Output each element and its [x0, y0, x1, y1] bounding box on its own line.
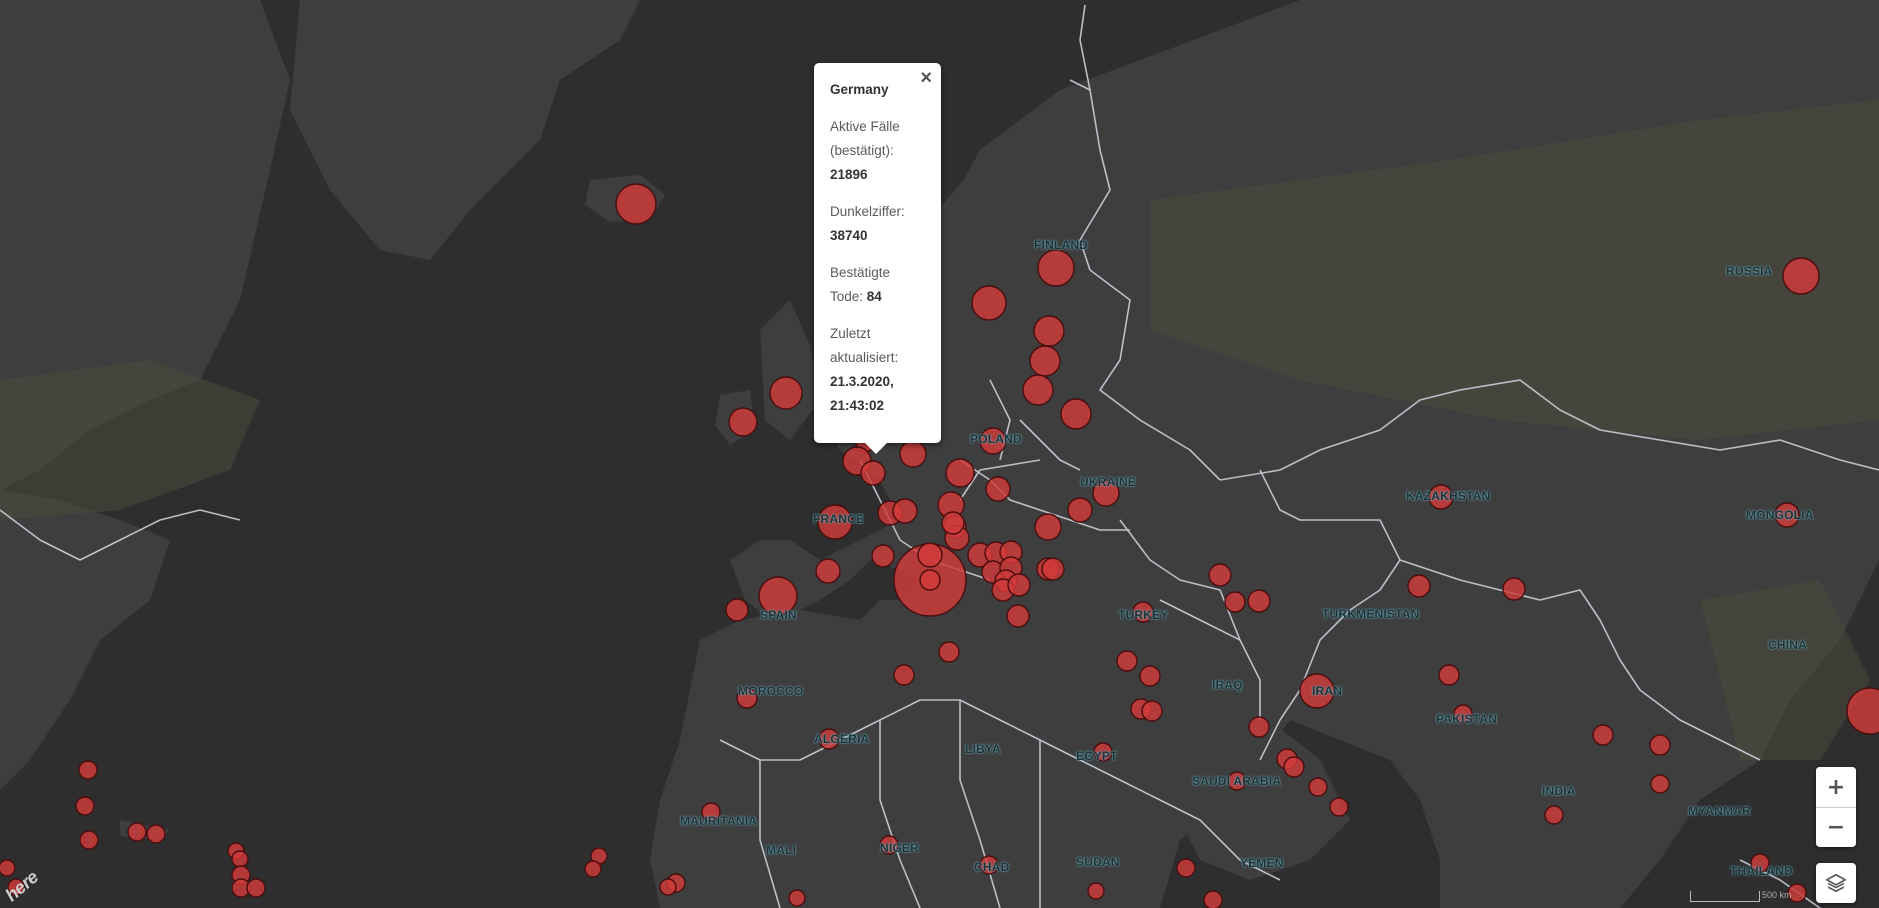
case-marker[interactable]	[1067, 497, 1093, 523]
case-marker[interactable]	[919, 569, 941, 591]
dark-figure-label: Dunkelziffer:	[830, 204, 905, 219]
case-marker[interactable]	[75, 796, 95, 816]
case-marker[interactable]	[1006, 604, 1030, 628]
case-marker[interactable]	[1007, 573, 1031, 597]
case-marker[interactable]	[1087, 882, 1105, 900]
case-marker[interactable]	[1224, 591, 1246, 613]
case-marker[interactable]	[1248, 716, 1270, 738]
case-marker[interactable]	[1060, 398, 1092, 430]
case-marker[interactable]	[860, 460, 886, 486]
case-marker[interactable]	[659, 878, 677, 896]
zoom-control: + −	[1816, 767, 1856, 847]
case-marker[interactable]	[246, 878, 266, 898]
case-marker[interactable]	[0, 859, 16, 877]
case-marker[interactable]	[879, 835, 899, 855]
case-marker[interactable]	[701, 802, 721, 822]
case-marker[interactable]	[146, 824, 166, 844]
case-marker[interactable]	[1247, 589, 1271, 613]
case-marker[interactable]	[1034, 513, 1062, 541]
dark-figure-value: 38740	[830, 228, 868, 243]
case-marker[interactable]	[1208, 563, 1232, 587]
case-marker[interactable]	[985, 476, 1011, 502]
active-cases-value: 21896	[830, 167, 868, 182]
case-marker[interactable]	[1774, 502, 1800, 528]
popup-title: Germany	[830, 82, 889, 97]
scale-bar	[1690, 891, 1760, 902]
case-marker[interactable]	[1116, 650, 1138, 672]
case-marker[interactable]	[1176, 858, 1196, 878]
case-marker[interactable]	[231, 850, 249, 868]
case-marker[interactable]	[1132, 601, 1154, 623]
close-icon[interactable]: ×	[920, 68, 932, 88]
case-marker[interactable]	[1649, 734, 1671, 756]
case-marker[interactable]	[758, 576, 798, 616]
case-marker[interactable]	[815, 558, 841, 584]
case-marker[interactable]	[899, 440, 927, 468]
case-marker[interactable]	[945, 458, 975, 488]
case-marker[interactable]	[893, 664, 915, 686]
case-marker[interactable]	[1750, 853, 1770, 873]
last-updated: Zuletzt aktualisiert: 21.3.2020, 21:43:0…	[830, 322, 925, 418]
last-updated-label: Zuletzt aktualisiert:	[830, 326, 899, 365]
case-marker[interactable]	[1037, 249, 1075, 287]
case-marker[interactable]	[1438, 664, 1460, 686]
case-marker[interactable]	[892, 498, 918, 524]
case-marker[interactable]	[1650, 774, 1670, 794]
case-marker[interactable]	[938, 641, 960, 663]
layers-button[interactable]	[1816, 863, 1856, 903]
case-marker[interactable]	[127, 822, 147, 842]
case-marker[interactable]	[788, 889, 806, 907]
case-marker[interactable]	[817, 504, 853, 540]
zoom-in-button[interactable]: +	[1816, 767, 1856, 807]
case-marker[interactable]	[971, 285, 1007, 321]
scale-label: 500 km	[1762, 890, 1792, 900]
case-marker[interactable]	[1329, 797, 1349, 817]
case-marker[interactable]	[1407, 574, 1431, 598]
country-popup: × Germany Aktive Fälle (bestätigt): 2189…	[814, 63, 941, 454]
case-marker[interactable]	[818, 728, 840, 750]
case-marker[interactable]	[917, 542, 943, 568]
case-marker[interactable]	[1428, 484, 1454, 510]
case-marker[interactable]	[979, 855, 999, 875]
case-marker[interactable]	[1092, 479, 1120, 507]
case-marker[interactable]	[1544, 805, 1564, 825]
confirmed-deaths: Bestätigte Tode: 84	[830, 261, 925, 309]
confirmed-deaths-value: 84	[866, 289, 882, 304]
active-cases-label: Aktive Fälle (bestätigt):	[830, 119, 900, 158]
case-marker[interactable]	[1141, 700, 1163, 722]
case-marker[interactable]	[1308, 777, 1328, 797]
case-marker[interactable]	[1502, 577, 1526, 601]
case-marker[interactable]	[1139, 665, 1161, 687]
case-marker[interactable]	[615, 183, 657, 225]
case-marker[interactable]	[1453, 704, 1473, 724]
active-cases: Aktive Fälle (bestätigt): 21896	[830, 115, 925, 187]
last-updated-value: 21.3.2020, 21:43:02	[830, 374, 894, 413]
case-marker[interactable]	[736, 687, 758, 709]
case-marker[interactable]	[79, 830, 99, 850]
case-marker[interactable]	[1203, 890, 1223, 908]
case-marker[interactable]	[1093, 742, 1113, 762]
case-marker[interactable]	[769, 376, 803, 410]
case-marker[interactable]	[979, 427, 1007, 455]
zoom-out-button[interactable]: −	[1816, 807, 1856, 846]
case-marker[interactable]	[871, 544, 895, 568]
case-marker[interactable]	[1029, 345, 1061, 377]
case-marker[interactable]	[1033, 315, 1065, 347]
case-marker[interactable]	[725, 598, 749, 622]
case-marker[interactable]	[1782, 257, 1820, 295]
case-marker[interactable]	[1227, 771, 1247, 791]
layers-icon	[1826, 873, 1846, 893]
case-marker[interactable]	[1299, 673, 1335, 709]
case-marker[interactable]	[1022, 374, 1054, 406]
case-marker[interactable]	[78, 760, 98, 780]
case-marker[interactable]	[584, 860, 602, 878]
case-marker[interactable]	[1041, 557, 1065, 581]
case-marker[interactable]	[941, 511, 965, 535]
case-marker[interactable]	[1592, 724, 1614, 746]
dark-figure: Dunkelziffer: 38740	[830, 200, 925, 248]
case-marker[interactable]	[1283, 756, 1305, 778]
case-marker[interactable]	[728, 407, 758, 437]
